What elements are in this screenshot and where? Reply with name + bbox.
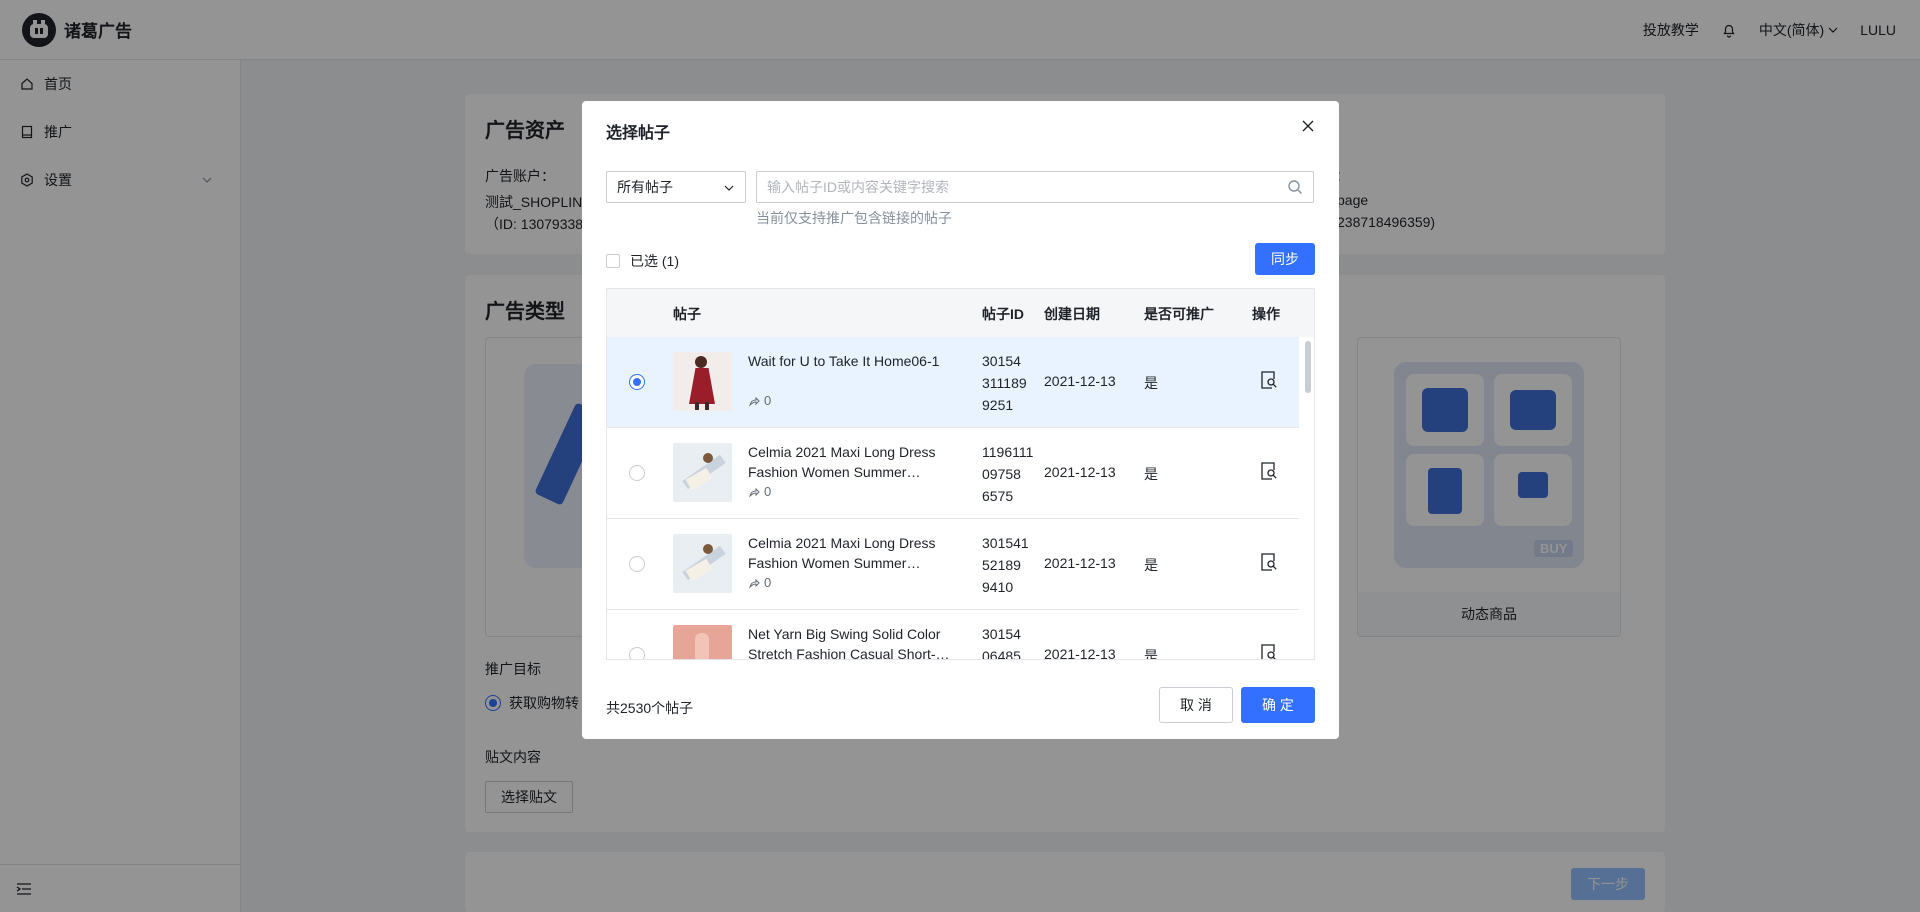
post-thumbnail xyxy=(673,534,732,593)
preview-icon[interactable] xyxy=(1260,370,1278,390)
created-date: 2021-12-13 xyxy=(1044,373,1116,389)
post-id-line: 301541 xyxy=(982,535,1029,551)
row-radio[interactable] xyxy=(629,556,645,572)
share-count: 0 xyxy=(748,484,771,499)
share-count-value: 0 xyxy=(764,484,772,499)
post-id-line: 52189 xyxy=(982,557,1021,573)
post-thumbnail xyxy=(673,443,732,502)
chevron-down-icon xyxy=(724,185,734,191)
table-header: 帖子 帖子ID 创建日期 是否可推广 操作 xyxy=(607,289,1314,337)
share-icon xyxy=(749,396,760,407)
created-date: 2021-12-13 xyxy=(1044,555,1116,571)
share-count-value: 0 xyxy=(764,575,772,590)
created-date: 2021-12-13 xyxy=(1044,646,1116,660)
selected-count: 已选 (1) xyxy=(630,253,679,269)
preview-icon[interactable] xyxy=(1260,552,1278,572)
created-date: 2021-12-13 xyxy=(1044,464,1116,480)
post-id: 301541 52189 9410 xyxy=(982,532,1029,598)
column-header-post-id: 帖子ID xyxy=(982,306,1024,322)
row-radio[interactable] xyxy=(629,647,645,659)
post-id-line: 06485 xyxy=(982,648,1021,660)
share-icon xyxy=(749,487,760,498)
select-all[interactable]: 已选 (1) xyxy=(606,251,679,271)
sync-button[interactable]: 同步 xyxy=(1255,243,1315,275)
search-hint: 当前仅支持推广包含链接的帖子 xyxy=(756,210,952,226)
table-row[interactable]: Celmia 2021 Maxi Long Dress Fashion Wome… xyxy=(607,428,1299,519)
post-id-line: 311189 xyxy=(982,375,1027,391)
post-id: 1196111 09758 6575 xyxy=(982,441,1033,507)
column-header-actions: 操作 xyxy=(1252,306,1280,322)
promotable-status: 是 xyxy=(1144,648,1158,660)
post-id: 30154 06485 xyxy=(982,623,1021,660)
table-row[interactable]: Wait for U to Take It Home06-1 0 30154 3… xyxy=(607,337,1299,428)
post-table: 帖子 帖子ID 创建日期 是否可推广 操作 Wait for U to Take… xyxy=(606,288,1315,660)
search-icon[interactable] xyxy=(1287,179,1303,195)
promotable-status: 是 xyxy=(1144,375,1158,391)
share-count: 0 xyxy=(748,393,771,408)
row-radio[interactable] xyxy=(629,465,645,481)
table-row[interactable]: Celmia 2021 Maxi Long Dress Fashion Wome… xyxy=(607,519,1299,610)
post-id-line: 9251 xyxy=(982,397,1014,413)
preview-icon[interactable] xyxy=(1260,643,1278,660)
post-title: Celmia 2021 Maxi Long Dress Fashion Wome… xyxy=(748,535,936,571)
select-all-checkbox[interactable] xyxy=(606,254,620,268)
preview-icon[interactable] xyxy=(1260,461,1278,481)
column-header-post: 帖子 xyxy=(673,306,701,322)
share-count: 0 xyxy=(748,575,771,590)
column-header-created-date: 创建日期 xyxy=(1044,306,1100,322)
share-icon xyxy=(749,578,760,589)
post-title: Wait for U to Take It Home06-1 xyxy=(748,353,940,369)
post-search-input[interactable] xyxy=(757,172,1313,202)
post-search-box xyxy=(756,171,1314,203)
post-id-line: 30154 xyxy=(982,626,1021,642)
table-row[interactable]: Net Yarn Big Swing Solid Color Stretch F… xyxy=(607,610,1299,660)
share-count-value: 0 xyxy=(764,393,772,408)
post-id-line: 30154 xyxy=(982,353,1021,369)
post-filter-value: 所有帖子 xyxy=(617,179,673,195)
select-post-modal: 选择帖子 所有帖子 当前仅支持推广包含链接的帖子 已选 (1) 同步 帖子 帖子… xyxy=(582,101,1339,739)
post-id-line: 09758 xyxy=(982,466,1021,482)
post-id-line: 6575 xyxy=(982,488,1014,504)
promotable-status: 是 xyxy=(1144,466,1158,482)
promotable-status: 是 xyxy=(1144,557,1158,573)
confirm-button[interactable]: 确 定 xyxy=(1241,687,1315,723)
row-radio[interactable] xyxy=(629,374,645,390)
table-scrollbar[interactable] xyxy=(1305,341,1311,393)
post-id-line: 9410 xyxy=(982,579,1014,595)
cancel-button[interactable]: 取 消 xyxy=(1159,687,1233,723)
post-thumbnail xyxy=(673,625,732,659)
post-id: 30154 311189 9251 xyxy=(982,350,1027,416)
post-filter-select[interactable]: 所有帖子 xyxy=(606,171,746,203)
column-header-promotable: 是否可推广 xyxy=(1144,306,1214,322)
total-count: 共2530个帖子 xyxy=(606,700,694,716)
post-id-line: 1196111 xyxy=(982,444,1034,460)
close-icon[interactable] xyxy=(1301,119,1317,135)
post-title: Celmia 2021 Maxi Long Dress Fashion Wome… xyxy=(748,444,936,480)
modal-title: 选择帖子 xyxy=(606,125,671,142)
post-thumbnail xyxy=(673,352,732,411)
post-title: Net Yarn Big Swing Solid Color Stretch F… xyxy=(748,626,950,660)
